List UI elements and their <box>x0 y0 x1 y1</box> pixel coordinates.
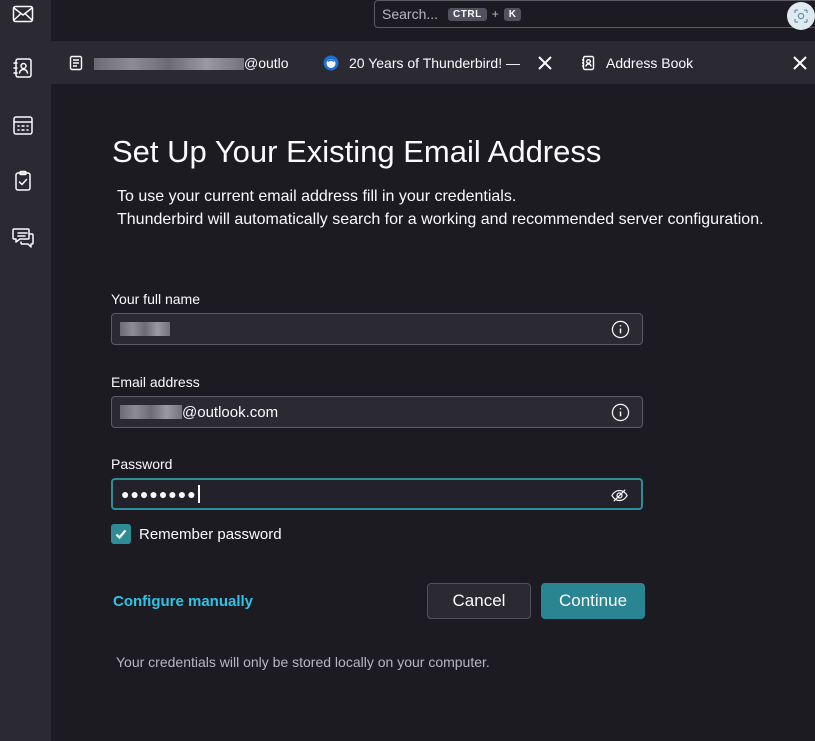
address-book-icon <box>13 58 32 78</box>
global-search-bar[interactable]: Search... CTRL + K <box>374 0 815 28</box>
password-label: Password <box>111 456 173 472</box>
remember-password-checkbox[interactable] <box>111 524 131 544</box>
password-mask: ●●●●●●●● <box>121 486 197 502</box>
thunderbird-logo-icon <box>323 55 339 70</box>
envelope-icon <box>12 5 34 23</box>
eye-slash-icon[interactable] <box>610 486 629 505</box>
tasks-space-button[interactable] <box>9 167 37 195</box>
description-line-2: Thunderbird will automatically search fo… <box>117 211 764 228</box>
full-name-input[interactable] <box>111 313 643 345</box>
description-line-1: To use your current email address fill i… <box>117 188 517 205</box>
redacted-email-user <box>120 405 182 419</box>
spaces-toolbar <box>0 0 51 741</box>
credentials-footnote: Your credentials will only be stored loc… <box>116 654 490 670</box>
redacted-full-name <box>120 322 170 336</box>
account-setup-page: Set Up Your Existing Email Address To us… <box>51 84 815 741</box>
tab-mail-label: @outlo <box>94 55 289 71</box>
password-input[interactable]: ●●●●●●●● <box>111 478 643 510</box>
search-placeholder: Search... <box>382 6 439 22</box>
calendar-space-button[interactable] <box>9 111 37 139</box>
close-icon <box>538 56 552 70</box>
continue-button[interactable]: Continue <box>541 583 645 619</box>
tab-close-button[interactable] <box>790 53 810 73</box>
remember-password-label: Remember password <box>139 525 282 543</box>
unified-toolbar: Search... CTRL + K <box>51 0 815 40</box>
clipboard-check-icon <box>15 170 31 191</box>
cancel-button[interactable]: Cancel <box>427 583 531 619</box>
tab-20-years-thunderbird[interactable]: 20 Years of Thunderbird! — <box>323 41 529 84</box>
redacted-account-name <box>94 57 244 70</box>
tab-title: Address Book <box>606 54 694 71</box>
info-icon[interactable] <box>611 403 630 422</box>
email-domain: @outlook.com <box>182 403 279 421</box>
mailbox-icon <box>69 55 83 70</box>
calendar-icon <box>13 116 33 135</box>
close-icon <box>793 56 807 70</box>
chat-bubbles-icon <box>12 228 34 248</box>
email-label: Email address <box>111 374 200 390</box>
shortcut-plus: + <box>491 7 499 21</box>
focus-scan-icon <box>794 9 808 23</box>
tab-address-book[interactable]: Address Book <box>580 41 740 84</box>
configure-manually-link[interactable]: Configure manually <box>113 593 253 610</box>
shortcut-ctrl-key: CTRL <box>448 7 487 21</box>
text-caret <box>197 485 200 503</box>
shortcut-k-key: K <box>503 7 522 21</box>
tab-bar: @outlo 20 Years of Thunderbird! — Addres… <box>51 41 815 84</box>
remember-password-row[interactable]: Remember password <box>111 524 282 544</box>
full-name-label: Your full name <box>111 291 200 307</box>
account-avatar-button[interactable] <box>787 2 815 30</box>
page-description: To use your current email address fill i… <box>117 185 764 231</box>
address-book-icon <box>582 55 595 70</box>
mail-space-button[interactable] <box>9 0 37 28</box>
tab-mail[interactable]: @outlo <box>68 41 296 84</box>
address-book-space-button[interactable] <box>9 54 37 82</box>
info-icon[interactable] <box>611 320 630 339</box>
tab-close-button[interactable] <box>535 53 555 73</box>
chat-space-button[interactable] <box>9 223 37 251</box>
tab-title: 20 Years of Thunderbird! — <box>349 54 520 71</box>
email-input[interactable]: @outlook.com <box>111 396 643 428</box>
checkmark-icon <box>115 529 127 540</box>
page-title: Set Up Your Existing Email Address <box>112 134 602 169</box>
